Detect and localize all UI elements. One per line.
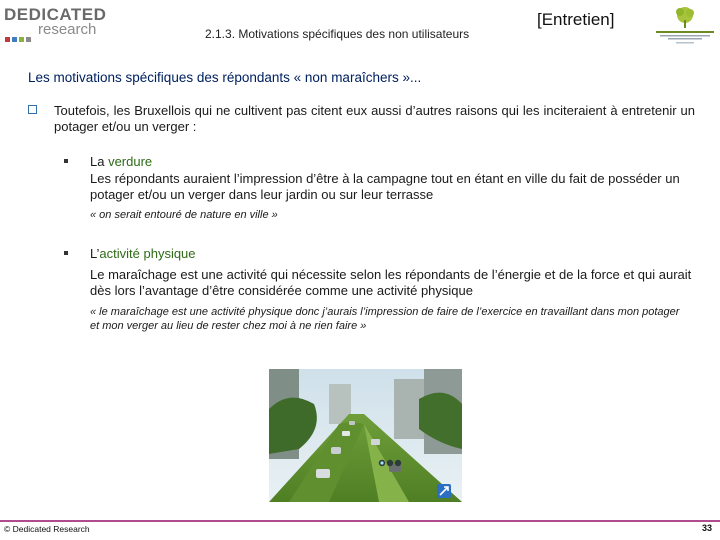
dedicated-research-logo: DEDICATED research [4, 6, 106, 42]
square-bullet-icon [64, 251, 68, 255]
interview-tag: [Entretien] [537, 10, 615, 29]
footer-divider [0, 520, 720, 522]
item-title-verdure: La verdure [90, 154, 153, 169]
footer-copyright: © Dedicated Research [4, 524, 90, 534]
logo-bottom-text: research [38, 21, 97, 38]
page-heading: Les motivations spécifiques des répondan… [28, 70, 422, 85]
page-number: 33 [701, 523, 712, 533]
intro-paragraph: Toutefois, les Bruxellois qui ne cultive… [54, 103, 695, 134]
square-bullet-icon [64, 159, 68, 163]
tree-logo-icon [656, 7, 714, 44]
item-quote-activite-physique: « le maraîchage est une activité physiqu… [90, 306, 680, 332]
logo-color-squares [5, 29, 33, 47]
partner-logo [650, 4, 720, 48]
item-body-activite-physique: Le maraîchage est une activité qui néces… [90, 267, 692, 298]
item-title-activite-physique: L’activité physique [90, 246, 196, 261]
item-body-verdure: Les répondants auraient l’impression d’ê… [90, 171, 680, 202]
green-street-photo [269, 369, 462, 502]
checkbox-bullet-icon [28, 105, 37, 114]
item-quote-verdure: « on serait entouré de nature en ville » [90, 209, 278, 221]
section-code: 2.1.3. Motivations spécifiques des non u… [205, 27, 470, 41]
logo-bottom: research [4, 21, 104, 42]
